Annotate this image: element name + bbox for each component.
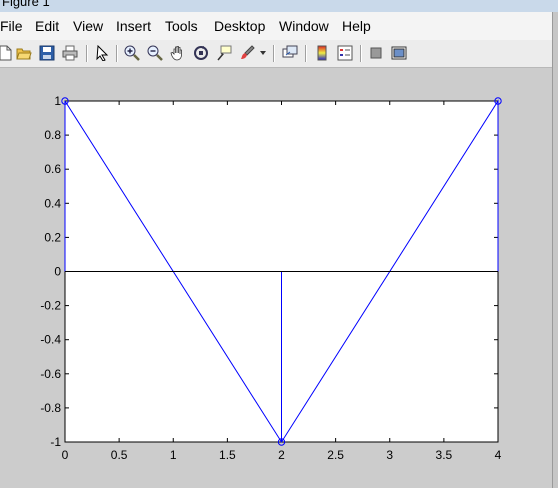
y-tick-label: 0.6 — [44, 162, 61, 176]
y-tick-label: 1 — [54, 94, 61, 108]
x-tick-label: 0.5 — [111, 448, 128, 462]
x-tick-label: 1 — [170, 448, 177, 462]
y-tick-label: 0.4 — [44, 196, 61, 210]
x-tick-label: 2 — [278, 448, 285, 462]
y-tick-label: 0 — [54, 265, 61, 279]
y-tick-label: -1 — [50, 435, 61, 449]
x-tick-label: 4 — [495, 448, 502, 462]
y-tick-label: -0.8 — [40, 401, 61, 415]
y-tick-label: 0.2 — [44, 230, 61, 244]
x-tick-label: 2.5 — [327, 448, 344, 462]
x-tick-label: 0 — [62, 448, 69, 462]
y-tick-label: -0.2 — [40, 299, 61, 313]
y-tick-label: -0.4 — [40, 333, 61, 347]
x-tick-label: 3.5 — [436, 448, 453, 462]
y-tick-label: -0.6 — [40, 367, 61, 381]
plot-canvas: 0 0.5 1 1.5 2 2.5 3 3.5 4 1 0.8 0.6 0.4 0.2 0 -0.2 -0.4 -… — [40, 94, 502, 462]
x-tick-label: 1.5 — [219, 448, 236, 462]
y-tick-label: 0.8 — [44, 128, 61, 142]
x-tick-label: 3 — [386, 448, 393, 462]
